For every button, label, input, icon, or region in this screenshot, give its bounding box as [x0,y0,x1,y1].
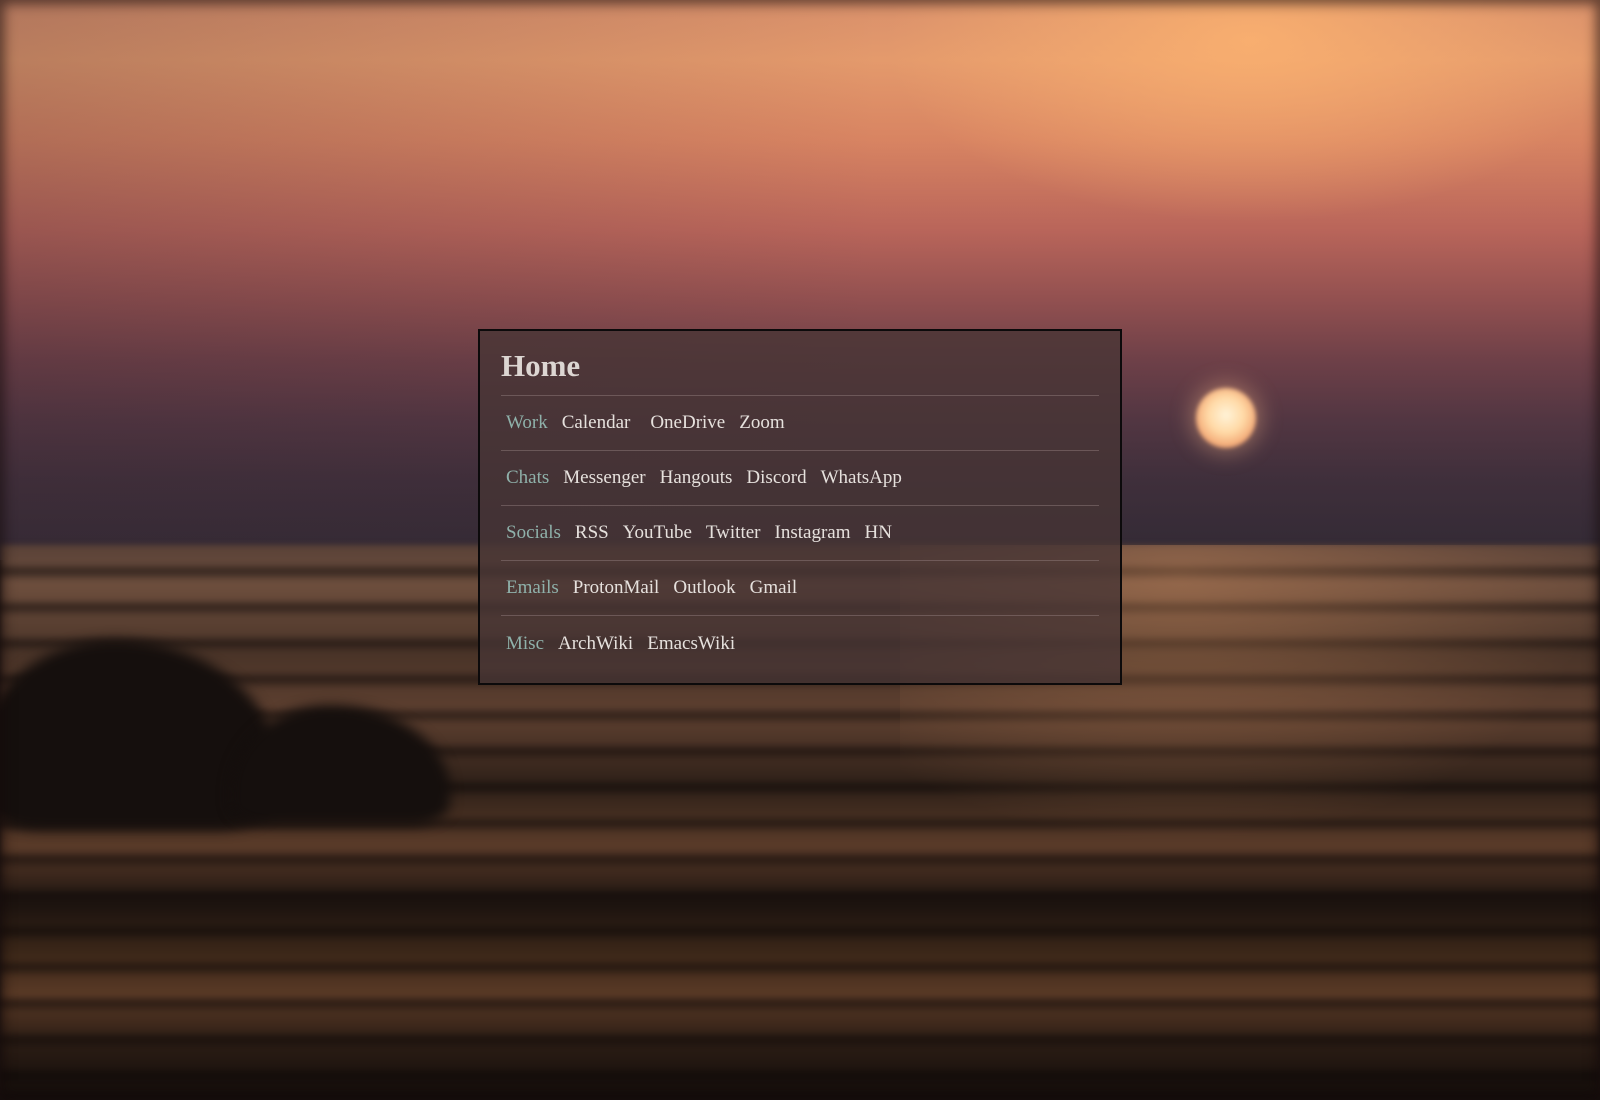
category-label-misc: Misc [506,632,544,654]
bookmark-row-misc: Misc ArchWiki EmacsWiki [501,616,1099,671]
link-archwiki[interactable]: ArchWiki [558,633,633,655]
bookmark-row-work: Work Calendar OneDrive Zoom [501,396,1099,451]
link-whatsapp[interactable]: WhatsApp [821,467,902,489]
link-protonmail[interactable]: ProtonMail [573,577,660,599]
link-rss[interactable]: RSS [575,522,609,544]
link-calendar[interactable]: Calendar [562,412,631,434]
bookmark-row-chats: Chats Messenger Hangouts Discord WhatsAp… [501,451,1099,506]
category-label-socials: Socials [506,522,561,543]
link-zoom[interactable]: Zoom [739,412,784,434]
link-discord[interactable]: Discord [746,467,806,489]
link-youtube[interactable]: YouTube [623,522,692,544]
link-onedrive[interactable]: OneDrive [650,412,725,434]
link-emacswiki[interactable]: EmacsWiki [647,633,735,655]
category-label-work: Work [506,412,548,433]
link-gmail[interactable]: Gmail [750,577,798,599]
link-outlook[interactable]: Outlook [673,577,735,599]
bookmark-row-emails: Emails ProtonMail Outlook Gmail [501,561,1099,616]
link-twitter[interactable]: Twitter [706,522,761,544]
page-title: Home [501,345,1099,396]
bookmark-row-socials: Socials RSS YouTube Twitter Instagram HN [501,506,1099,561]
category-label-emails: Emails [506,577,559,598]
category-label-chats: Chats [506,467,550,488]
link-hangouts[interactable]: Hangouts [660,467,733,489]
wallpaper-sun [1196,388,1256,448]
link-messenger[interactable]: Messenger [563,467,645,489]
link-hn[interactable]: HN [865,522,892,544]
home-panel: Home Work Calendar OneDrive Zoom Chats M… [478,329,1122,685]
link-instagram[interactable]: Instagram [775,522,851,544]
